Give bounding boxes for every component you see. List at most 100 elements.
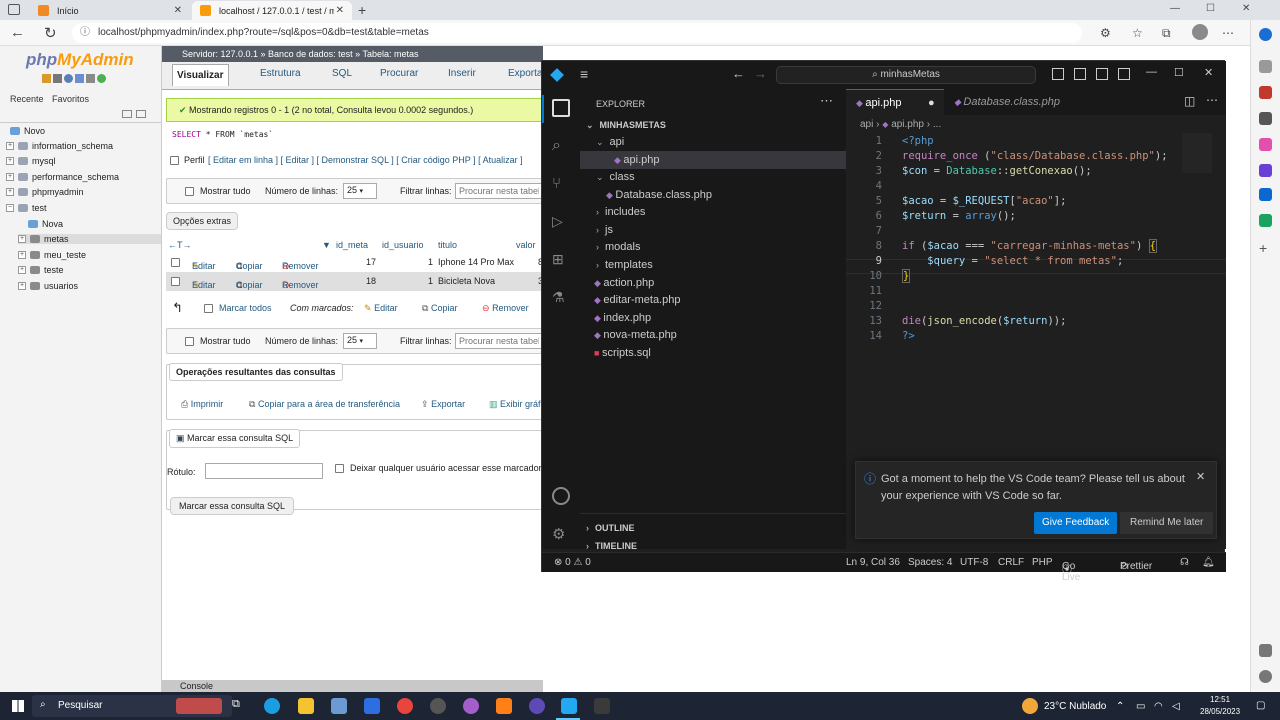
docs-icon[interactable] bbox=[64, 74, 73, 83]
tray-chevron-icon[interactable]: ⌃ bbox=[1116, 701, 1124, 712]
file-index-php[interactable]: ◆ index.php bbox=[594, 312, 651, 324]
folder-templates[interactable]: › templates bbox=[596, 259, 653, 271]
nav-favorites-tab[interactable]: Favoritos bbox=[52, 94, 89, 104]
bing-icon[interactable] bbox=[1259, 28, 1272, 41]
profiling-checkbox[interactable] bbox=[170, 156, 179, 165]
bulk-delete-button[interactable]: ⊖ Remover bbox=[482, 303, 529, 314]
edge-icon[interactable] bbox=[264, 698, 280, 714]
close-icon[interactable]: ✕ bbox=[1196, 470, 1205, 483]
refresh-icon[interactable]: ↻ bbox=[44, 24, 57, 42]
nav-forward-icon[interactable]: → bbox=[754, 66, 767, 81]
print-link[interactable]: ⎙ Imprimir bbox=[181, 399, 223, 410]
line-endings[interactable]: CRLF bbox=[998, 557, 1024, 568]
row-checkbox[interactable] bbox=[171, 258, 180, 267]
logout-icon[interactable] bbox=[53, 74, 62, 83]
file-editar-meta-php[interactable]: ◆ editar-meta.php bbox=[594, 294, 680, 306]
notification-center-icon[interactable]: ▢ bbox=[1256, 700, 1265, 711]
file-database-class-php[interactable]: ◆ Database.class.php bbox=[606, 189, 712, 201]
language-mode[interactable]: PHP bbox=[1032, 557, 1053, 568]
browser-tab-inicio[interactable]: Início ✕ bbox=[30, 1, 190, 20]
search-icon[interactable]: ⌕ bbox=[552, 137, 570, 155]
clock-time[interactable]: 12:51 bbox=[1210, 695, 1230, 704]
cursor-position[interactable]: Ln 9, Col 36 bbox=[846, 557, 900, 568]
app-icon[interactable] bbox=[430, 698, 446, 714]
extensions-icon[interactable]: ⊞ bbox=[552, 251, 570, 269]
maximize-button[interactable]: ☐ bbox=[1206, 3, 1215, 14]
pma-console-bar[interactable]: Console bbox=[162, 680, 543, 692]
doc-icon[interactable] bbox=[75, 74, 84, 83]
query-links[interactable]: [ Editar em linha ] [ Editar ] [ Demonst… bbox=[208, 155, 523, 165]
chart-link[interactable]: ▥ Exibir gráf bbox=[489, 399, 541, 410]
indentation[interactable]: Spaces: 4 bbox=[908, 557, 952, 568]
tree-item-teste[interactable]: + teste bbox=[18, 265, 64, 275]
info-icon[interactable]: ⓘ bbox=[80, 23, 90, 43]
back-icon[interactable]: ← bbox=[10, 24, 25, 41]
sidebar-toggle-icon[interactable] bbox=[1259, 644, 1272, 657]
folder-class[interactable]: ⌄ class bbox=[596, 171, 635, 183]
terminal-icon[interactable] bbox=[594, 698, 610, 714]
more-actions-icon[interactable]: ⋯ bbox=[820, 93, 833, 109]
bookmark-submit-button[interactable]: Marcar essa consulta SQL bbox=[170, 497, 295, 515]
problems-indicator[interactable]: ⊗ 0 ⚠ 0 bbox=[554, 557, 591, 568]
customize-layout-icon[interactable] bbox=[1118, 68, 1130, 80]
remind-later-button[interactable]: Remind Me later bbox=[1120, 512, 1214, 534]
xampp-icon[interactable] bbox=[496, 698, 512, 714]
source-control-icon[interactable]: ⑂ bbox=[552, 175, 570, 193]
let-users-checkbox[interactable] bbox=[335, 464, 344, 473]
close-window-button[interactable]: ✕ bbox=[1242, 3, 1250, 14]
col-titulo[interactable]: titulo bbox=[438, 240, 457, 250]
column-arrows-icon[interactable]: ←T→ bbox=[168, 240, 192, 250]
split-editor-icon[interactable]: ◫ bbox=[1184, 94, 1195, 108]
timeline-section[interactable]: › TIMELINE bbox=[586, 541, 637, 551]
notifications-bell-icon[interactable]: 🔔︎ bbox=[1202, 557, 1215, 568]
copy-clipboard-link[interactable]: ⧉ Copiar para a área de transferência bbox=[249, 399, 400, 410]
toggle-sidebar-icon[interactable] bbox=[1052, 68, 1064, 80]
bulk-copy-button[interactable]: ⧉ Copiar bbox=[422, 303, 457, 314]
settings-icon[interactable] bbox=[1259, 670, 1272, 683]
app-icon[interactable] bbox=[463, 698, 479, 714]
check-all-label[interactable]: Marcar todos bbox=[219, 303, 272, 313]
menu-icon[interactable]: ≡ bbox=[580, 66, 588, 82]
office-icon[interactable] bbox=[1259, 164, 1272, 177]
weather-text[interactable]: 23°C Nublado bbox=[1044, 701, 1106, 712]
tree-item-test[interactable]: − test bbox=[6, 203, 47, 213]
toggle-secondary-sidebar-icon[interactable] bbox=[1096, 68, 1108, 80]
minimize-button[interactable]: — bbox=[1170, 3, 1180, 14]
tab-procurar[interactable]: Procurar bbox=[380, 68, 418, 79]
tree-item-phpmyadmin[interactable]: + phpmyadmin bbox=[6, 187, 84, 197]
file-action-php[interactable]: ◆ action.php bbox=[594, 277, 654, 289]
profile-avatar[interactable] bbox=[1192, 24, 1208, 40]
tree-item-performance_schema[interactable]: + performance_schema bbox=[6, 172, 119, 182]
accounts-icon[interactable] bbox=[552, 487, 570, 505]
more-menu-icon[interactable]: ⋯ bbox=[1222, 26, 1234, 40]
reload-icon[interactable] bbox=[97, 74, 106, 83]
nav-back-icon[interactable]: ← bbox=[732, 66, 745, 81]
address-bar[interactable]: ⓘ localhost/phpmyadmin/index.php?route=/… bbox=[72, 23, 1082, 43]
maximize-button[interactable]: ☐ bbox=[1174, 66, 1184, 79]
file-api-php[interactable]: ◆ api.php bbox=[580, 151, 846, 169]
tab-visualizar[interactable]: Visualizar bbox=[172, 64, 229, 86]
link-icon[interactable] bbox=[136, 110, 146, 118]
start-icon[interactable] bbox=[12, 700, 24, 712]
folder-includes[interactable]: › includes bbox=[596, 206, 645, 218]
outline-section[interactable]: › OUTLINE bbox=[586, 523, 635, 533]
tools-icon[interactable] bbox=[1259, 112, 1272, 125]
give-feedback-button[interactable]: Give Feedback bbox=[1034, 512, 1118, 534]
favorites-icon[interactable]: ☆ bbox=[1132, 26, 1143, 40]
accounts-status-icon[interactable]: ☊ bbox=[1180, 557, 1189, 568]
new-tab-button[interactable]: + bbox=[358, 2, 366, 18]
tree-item-new[interactable]: Novo bbox=[10, 126, 45, 136]
tab-exportar[interactable]: Exporta bbox=[508, 68, 542, 79]
num-rows-select[interactable]: 25 ▾ bbox=[343, 183, 377, 199]
filter-input[interactable] bbox=[455, 333, 543, 349]
toggle-panel-icon[interactable] bbox=[1074, 68, 1086, 80]
task-view-icon[interactable]: ⧉ bbox=[232, 698, 248, 714]
tree-item-mysql[interactable]: + mysql bbox=[6, 156, 56, 166]
tab-sql[interactable]: SQL bbox=[332, 68, 352, 79]
games-icon[interactable] bbox=[1259, 138, 1272, 151]
tab-inserir[interactable]: Inserir bbox=[448, 68, 476, 79]
tree-item-meu_teste[interactable]: + meu_teste bbox=[18, 250, 86, 260]
browser-tab-phpmyadmin[interactable]: localhost / 127.0.0.1 / test / metas ✕ bbox=[192, 1, 352, 20]
tree-item-information_schema[interactable]: + information_schema bbox=[6, 141, 113, 151]
mail-icon[interactable] bbox=[364, 698, 380, 714]
